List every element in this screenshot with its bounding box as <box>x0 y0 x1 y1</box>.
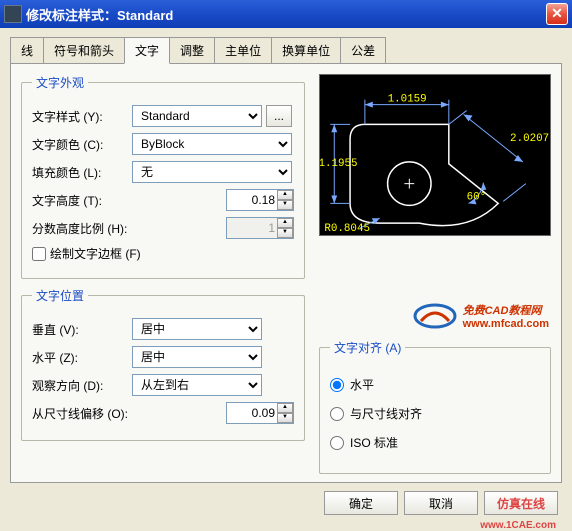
align-opt1: 水平 <box>350 376 374 393</box>
offset-label: 从尺寸线偏移 (O): <box>32 405 142 422</box>
align-iso-radio[interactable] <box>330 436 344 450</box>
draw-frame-checkbox[interactable] <box>32 247 46 261</box>
tab-alt-units[interactable]: 换算单位 <box>271 37 341 64</box>
spinner-down-icon: ▼ <box>277 228 293 238</box>
spinner-down-icon[interactable]: ▼ <box>277 413 293 423</box>
text-height-spinner[interactable]: ▲▼ <box>226 189 294 211</box>
fill-label: 填充颜色 (L): <box>32 164 132 181</box>
tab-panel: 文字外观 文字样式 (Y): Standard ... 文字颜色 (C): By… <box>10 63 562 483</box>
frame-label: 绘制文字边框 (F) <box>50 245 150 262</box>
tab-tolerance[interactable]: 公差 <box>340 37 386 64</box>
watermark-text: 免费CAD教程网 <box>463 302 549 318</box>
spinner-up-icon[interactable]: ▲ <box>277 403 293 413</box>
color-label: 文字颜色 (C): <box>32 136 132 153</box>
position-legend: 文字位置 <box>32 287 88 304</box>
cancel-button[interactable]: 取消 <box>404 491 478 515</box>
offset-spinner[interactable]: ▲▼ <box>226 402 294 424</box>
align-legend: 文字对齐 (A) <box>330 339 405 356</box>
text-position-group: 文字位置 垂直 (V): 居中 水平 (Z): 居中 观察方向 (D): 从左到… <box>21 287 305 441</box>
appearance-legend: 文字外观 <box>32 74 88 91</box>
height-label: 文字高度 (T): <box>32 192 132 209</box>
style-browse-button[interactable]: ... <box>266 105 292 127</box>
close-button[interactable]: ✕ <box>546 3 568 25</box>
bottom-watermark-url: www.1CAE.com <box>480 520 556 531</box>
watermark-logo-icon <box>413 303 457 329</box>
watermark-url: www.mfcad.com <box>463 318 549 330</box>
view-label: 观察方向 (D): <box>32 377 132 394</box>
help-button[interactable]: 仿真在线 <box>484 491 558 515</box>
tab-text[interactable]: 文字 <box>124 37 170 64</box>
align-dimline-radio[interactable] <box>330 407 344 421</box>
content-area: 线 符号和箭头 文字 调整 主单位 换算单位 公差 文字外观 文字样式 (Y):… <box>0 28 572 491</box>
app-icon <box>4 5 22 23</box>
text-appearance-group: 文字外观 文字样式 (Y): Standard ... 文字颜色 (C): By… <box>21 74 305 279</box>
horizontal-select[interactable]: 居中 <box>132 346 262 368</box>
align-horizontal-radio[interactable] <box>330 378 344 392</box>
dim-label: 1.0159 <box>388 94 427 106</box>
fraction-label: 分数高度比例 (H): <box>32 220 142 237</box>
style-label: 文字样式 (Y): <box>32 108 132 125</box>
spinner-up-icon: ▲ <box>277 218 293 228</box>
watermark: 免费CAD教程网 www.mfcad.com <box>413 302 549 330</box>
dim-label: 60° <box>467 191 487 203</box>
tab-symbols[interactable]: 符号和箭头 <box>43 37 125 64</box>
tab-fit[interactable]: 调整 <box>169 37 215 64</box>
spinner-up-icon[interactable]: ▲ <box>277 190 293 200</box>
align-opt3: ISO 标准 <box>350 434 398 451</box>
dim-label: 2.0207 <box>510 133 549 145</box>
tab-primary-units[interactable]: 主单位 <box>214 37 272 64</box>
ok-button[interactable]: 确定 <box>324 491 398 515</box>
preview-panel: 1.0159 1.1955 2.0207 60° R0.8045 <box>319 74 551 236</box>
horizontal-label: 水平 (Z): <box>32 349 132 366</box>
dim-label: 1.1955 <box>320 158 358 170</box>
tab-lines[interactable]: 线 <box>10 37 44 64</box>
spinner-down-icon[interactable]: ▼ <box>277 200 293 210</box>
window-title: 修改标注样式：Standard <box>26 5 546 24</box>
dim-label: R0.8045 <box>324 223 370 235</box>
title-bar: 修改标注样式：Standard ✕ <box>0 0 572 28</box>
vertical-label: 垂直 (V): <box>32 321 132 338</box>
dialog-footer: 确定 取消 仿真在线 <box>324 491 558 515</box>
fraction-height-spinner: ▲▼ <box>226 217 294 239</box>
vertical-select[interactable]: 居中 <box>132 318 262 340</box>
align-opt2: 与尺寸线对齐 <box>350 405 422 422</box>
fill-color-select[interactable]: 无 <box>132 161 292 183</box>
tab-strip: 线 符号和箭头 文字 调整 主单位 换算单位 公差 <box>10 36 562 63</box>
text-style-select[interactable]: Standard <box>132 105 262 127</box>
text-align-group: 文字对齐 (A) 水平 与尺寸线对齐 ISO 标准 <box>319 339 551 474</box>
view-direction-select[interactable]: 从左到右 <box>132 374 262 396</box>
text-color-select[interactable]: ByBlock <box>132 133 292 155</box>
